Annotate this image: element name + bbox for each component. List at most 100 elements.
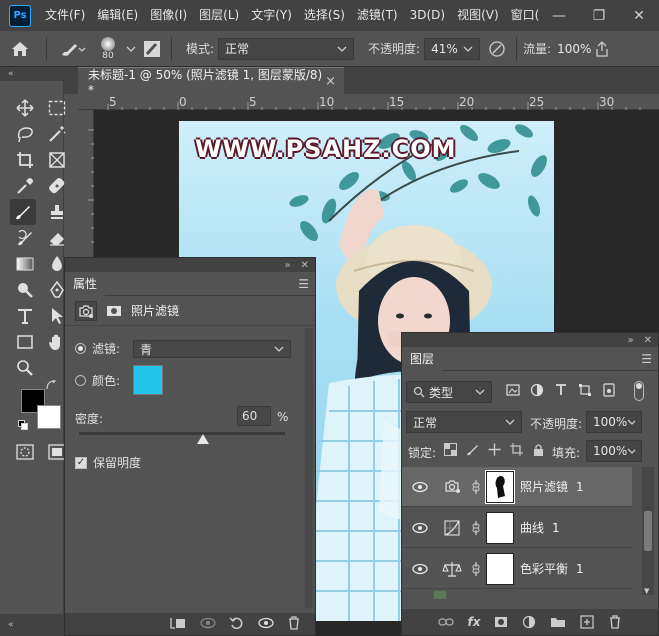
- color-option[interactable]: 颜色:: [75, 372, 120, 389]
- density-slider-handle[interactable]: [196, 434, 209, 444]
- layer-opacity-field[interactable]: 100%: [586, 411, 642, 433]
- lock-image-pixels-icon[interactable]: [466, 443, 479, 456]
- collapse-toolbar-icon[interactable]: «: [0, 614, 64, 636]
- swap-colors-icon[interactable]: [46, 378, 56, 393]
- history-brush-tool-icon[interactable]: [12, 225, 38, 251]
- menu-3d[interactable]: 3D(D): [404, 0, 451, 31]
- filter-toggle-switch[interactable]: [634, 381, 644, 401]
- close-tab-icon[interactable]: ×: [325, 74, 336, 89]
- color-radio[interactable]: [75, 375, 86, 386]
- chevron-down-icon[interactable]: [123, 36, 139, 62]
- menu-view[interactable]: 视图(V): [451, 0, 505, 31]
- layer-mask-thumbnail[interactable]: [485, 469, 515, 504]
- reset-icon[interactable]: [229, 616, 245, 633]
- clip-to-layer-icon[interactable]: [169, 616, 187, 633]
- clone-stamp-tool-icon[interactable]: [44, 199, 70, 225]
- delete-adjustment-icon[interactable]: [287, 615, 301, 633]
- view-previous-state-icon[interactable]: [199, 616, 217, 633]
- dodge-tool-icon[interactable]: [12, 277, 38, 303]
- photo-filter-adjustment-icon[interactable]: [75, 300, 97, 321]
- crop-tool-icon[interactable]: [12, 147, 38, 173]
- layers-scrollbar[interactable]: ▼: [642, 467, 654, 595]
- brush-tool-icon[interactable]: [10, 199, 36, 225]
- brush-size-picker[interactable]: 80: [93, 36, 123, 62]
- mask-link-icon[interactable]: [470, 479, 482, 495]
- collapse-toolbar-icon[interactable]: «: [0, 67, 63, 81]
- frame-tool-icon[interactable]: [44, 147, 70, 173]
- filter-radio[interactable]: [75, 343, 86, 354]
- flow-field[interactable]: 100%: [555, 37, 594, 60]
- magic-wand-tool-icon[interactable]: [44, 121, 70, 147]
- filter-color-swatch[interactable]: [133, 365, 163, 395]
- density-slider-track[interactable]: [79, 432, 285, 435]
- close-window-button[interactable]: ✕: [619, 0, 659, 31]
- collapse-panel-icon[interactable]: »: [284, 260, 290, 271]
- delete-layer-icon[interactable]: [608, 615, 622, 629]
- rectangle-tool-icon[interactable]: [12, 329, 38, 355]
- opacity-field[interactable]: 41%: [424, 37, 481, 60]
- document-tab[interactable]: 未标题-1 @ 50% (照片滤镜 1, 图层蒙版/8) * ×: [78, 67, 344, 97]
- panel-menu-icon[interactable]: ☰: [641, 352, 652, 366]
- home-icon[interactable]: [0, 36, 40, 62]
- filter-select[interactable]: 青: [133, 340, 291, 358]
- menu-edit[interactable]: 编辑(E): [91, 0, 144, 31]
- photoshop-logo[interactable]: Ps: [9, 4, 31, 27]
- close-panel-icon[interactable]: ✕: [644, 335, 652, 346]
- pressure-opacity-icon[interactable]: [480, 36, 514, 62]
- menu-filter[interactable]: 滤镜(T): [351, 0, 404, 31]
- type-layer-filter-icon[interactable]: [554, 383, 568, 397]
- collapse-panel-icon[interactable]: »: [627, 335, 633, 346]
- lock-position-icon[interactable]: [488, 443, 501, 456]
- eraser-tool-icon[interactable]: [44, 225, 70, 251]
- pixel-layer-filter-icon[interactable]: [506, 383, 520, 397]
- layer-mask-thumbnail[interactable]: [486, 511, 514, 544]
- default-colors-icon[interactable]: [18, 419, 28, 433]
- move-tool-icon[interactable]: [12, 95, 38, 121]
- mask-link-icon[interactable]: [470, 520, 482, 536]
- layer-kind-filter[interactable]: 类型: [406, 381, 492, 403]
- shape-layer-filter-icon[interactable]: [578, 383, 592, 397]
- preserve-luminosity-checkbox[interactable]: ✓: [75, 456, 87, 469]
- new-group-icon[interactable]: [550, 616, 566, 628]
- density-input[interactable]: 60: [237, 406, 271, 426]
- properties-scrollbar[interactable]: [305, 328, 313, 608]
- layer-row[interactable]: 曲线 1: [402, 508, 632, 548]
- lock-all-icon[interactable]: [532, 443, 545, 456]
- menu-select[interactable]: 选择(S): [298, 0, 351, 31]
- smart-object-filter-icon[interactable]: [602, 383, 616, 397]
- menu-layer[interactable]: 图层(L): [193, 0, 245, 31]
- layer-style-fx-button[interactable]: fx: [468, 615, 481, 629]
- menu-type[interactable]: 文字(Y): [245, 0, 298, 31]
- gradient-tool-icon[interactable]: [12, 251, 38, 277]
- layer-row[interactable]: 照片滤镜 1: [402, 467, 632, 507]
- layer-mask-thumbnail[interactable]: [486, 552, 514, 585]
- tab-layers[interactable]: 图层: [402, 346, 443, 371]
- add-mask-icon[interactable]: [494, 616, 508, 628]
- menu-image[interactable]: 图像(I): [144, 0, 193, 31]
- layer-row[interactable]: 色彩平衡 1: [402, 549, 632, 589]
- layer-fill-field[interactable]: 100%: [586, 440, 642, 462]
- preserve-luminosity-option[interactable]: ✓ 保留明度: [75, 454, 141, 471]
- type-tool-icon[interactable]: [12, 303, 38, 329]
- minimize-button[interactable]: —: [539, 0, 579, 31]
- eyedropper-tool-icon[interactable]: [12, 173, 38, 199]
- zoom-tool-icon[interactable]: [12, 355, 38, 381]
- marquee-tool-icon[interactable]: [44, 95, 70, 121]
- toggle-visibility-icon[interactable]: [257, 616, 275, 633]
- adjustment-layer-filter-icon[interactable]: [530, 383, 544, 397]
- visibility-eye-icon[interactable]: [406, 520, 440, 536]
- menu-file[interactable]: 文件(F): [39, 0, 91, 31]
- scroll-down-icon[interactable]: ▼: [644, 587, 649, 595]
- lasso-tool-icon[interactable]: [12, 121, 38, 147]
- visibility-eye-icon[interactable]: [406, 479, 440, 495]
- link-layers-icon[interactable]: [437, 616, 454, 628]
- tab-properties[interactable]: 属性: [65, 271, 106, 296]
- share-icon[interactable]: [593, 36, 611, 62]
- visibility-eye-icon[interactable]: [406, 561, 440, 577]
- mode-select[interactable]: 正常: [218, 37, 355, 60]
- restore-button[interactable]: ❐: [579, 0, 619, 31]
- artboard-lock-icon[interactable]: [510, 443, 523, 456]
- layer-mask-icon[interactable]: [103, 301, 125, 321]
- lock-transparent-pixels-icon[interactable]: [444, 443, 457, 456]
- blend-mode-select[interactable]: 正常: [406, 411, 522, 433]
